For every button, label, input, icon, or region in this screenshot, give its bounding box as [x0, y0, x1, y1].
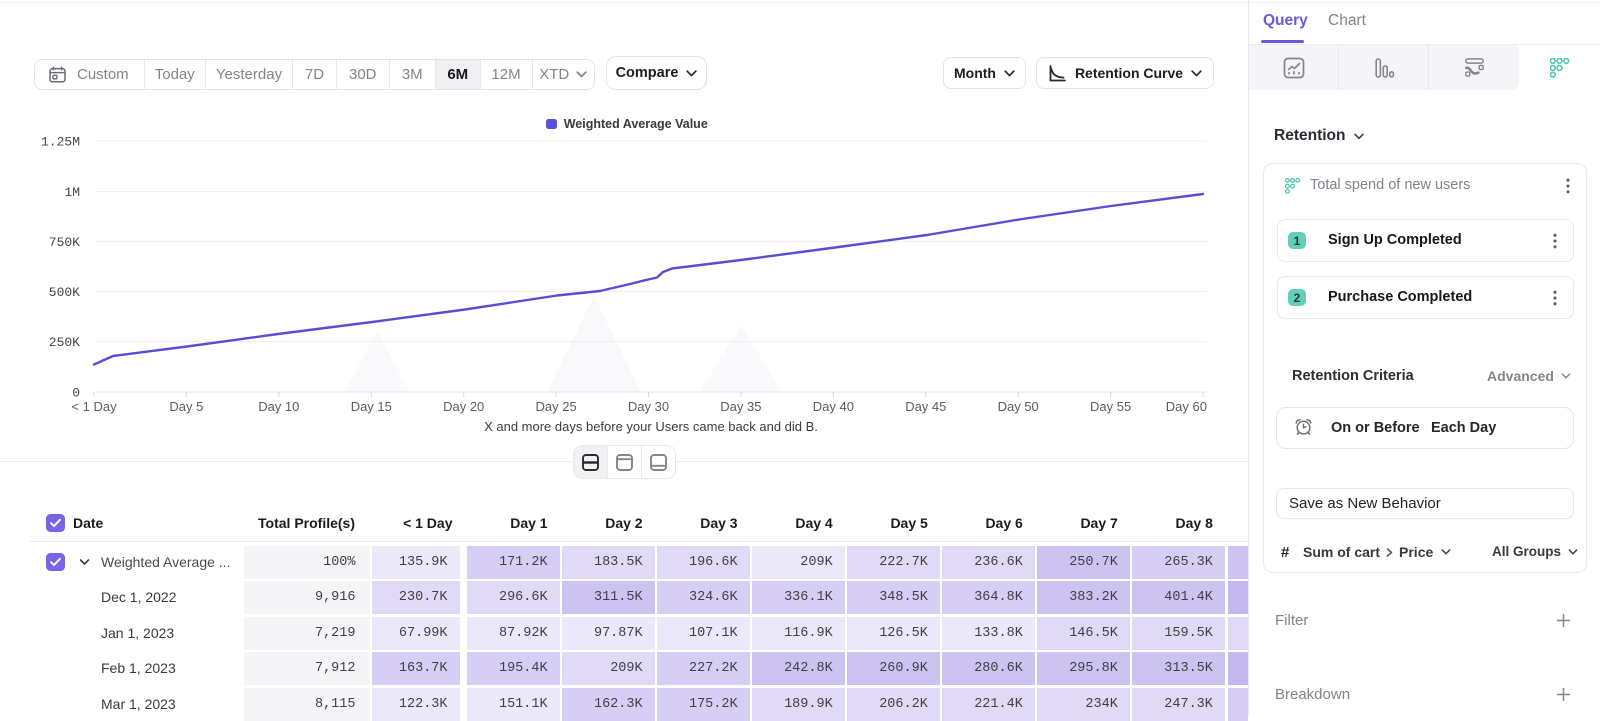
svg-text:Day 50: Day 50: [998, 399, 1039, 414]
svg-text:Day 40: Day 40: [813, 399, 854, 414]
svg-text:Day 30: Day 30: [628, 399, 669, 414]
svg-text:1M: 1M: [64, 185, 80, 200]
svg-text:Day 5: Day 5: [169, 399, 203, 414]
svg-text:< 1 Day: < 1 Day: [71, 399, 117, 414]
svg-text:250K: 250K: [49, 335, 80, 350]
svg-text:Day 10: Day 10: [258, 399, 299, 414]
svg-text:Day 25: Day 25: [535, 399, 576, 414]
svg-text:Day 20: Day 20: [443, 399, 484, 414]
svg-text:1.25M: 1.25M: [41, 135, 80, 150]
svg-text:Day 15: Day 15: [351, 399, 392, 414]
svg-text:Day 60: Day 60: [1166, 399, 1207, 414]
svg-text:Day 35: Day 35: [720, 399, 761, 414]
svg-text:Day 55: Day 55: [1090, 399, 1131, 414]
svg-text:500K: 500K: [49, 285, 80, 300]
svg-text:750K: 750K: [49, 235, 80, 250]
svg-text:Day 45: Day 45: [905, 399, 946, 414]
